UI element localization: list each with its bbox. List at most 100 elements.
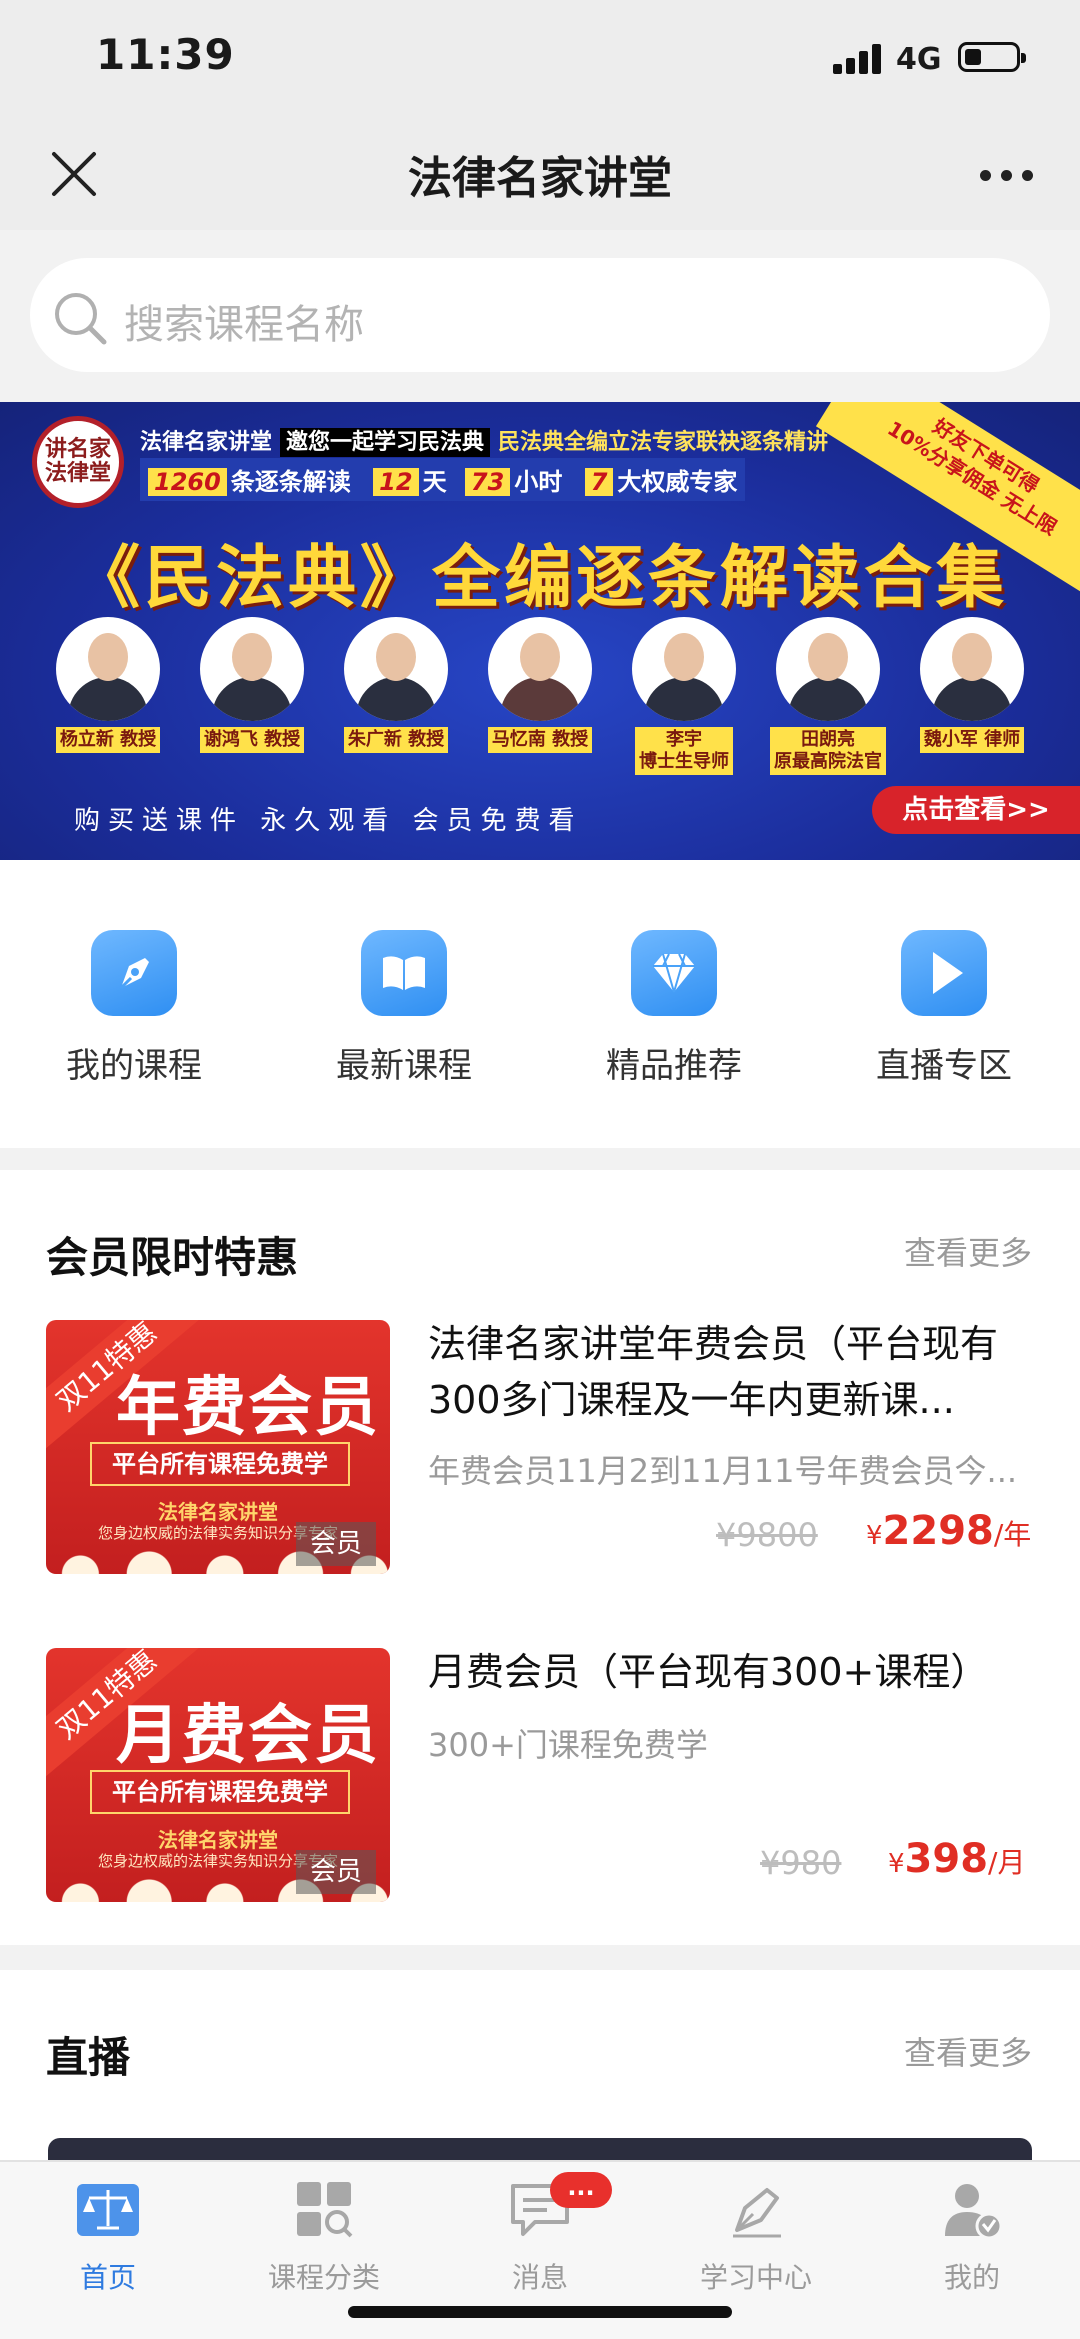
course-card[interactable]: 双11特惠 年费会员 平台所有课程免费学 法律名家讲堂 您身边权威的法律实务知识… xyxy=(0,1320,1080,1590)
quick-nav-label: 精品推荐 xyxy=(606,1046,742,1086)
expert-card: 杨立新 教授 xyxy=(48,617,168,753)
expert-name: 田朗亮 原最高院法官 xyxy=(770,727,886,775)
expert-portrait xyxy=(776,617,880,721)
course-title: 法律名家讲堂年费会员（平台现有300多门课程及一年内更新课... xyxy=(428,1322,999,1422)
course-subtitle: 年费会员11月2到11月11号年费会员今... xyxy=(428,1452,1018,1490)
expert-name: 魏小军 律师 xyxy=(919,727,1025,753)
course-subtitle: 300+门课程免费学 xyxy=(428,1726,708,1764)
banner-invite-text: 邀您一起学习民法典 xyxy=(280,428,491,457)
price-currency: ¥ xyxy=(888,1849,905,1879)
expert-card: 魏小军 律师 xyxy=(912,617,1032,753)
expert-name-text: 李宇 xyxy=(666,729,702,750)
pen-icon xyxy=(91,930,177,1016)
expert-name: 马忆南 教授 xyxy=(487,727,593,753)
page-title: 法律名家讲堂 xyxy=(408,153,672,204)
diamond-icon xyxy=(631,930,717,1016)
banner-cta-button[interactable]: 点击查看>> xyxy=(872,786,1080,834)
banner-title: 《民法典》全编逐条解读合集 xyxy=(71,539,1008,618)
stat-experts-label: 大权威专家 xyxy=(617,468,738,496)
member-badge: 会员 xyxy=(296,1522,376,1566)
book-icon xyxy=(361,930,447,1016)
quick-nav-latest-courses[interactable]: 最新课程 xyxy=(304,930,504,1087)
course-thumbnail: 双11特惠 月费会员 平台所有课程免费学 法律名家讲堂 您身边权威的法律实务知识… xyxy=(46,1648,390,1902)
stat-hours-label: 小时 xyxy=(514,468,563,496)
tab-study-center[interactable]: 学习中心 xyxy=(666,2180,846,2296)
brand-logo: 讲名家法律堂 xyxy=(32,416,124,508)
expert-name-text: 田朗亮 xyxy=(801,729,855,750)
expert-card: 谢鸿飞 教授 xyxy=(192,617,312,753)
current-price: ¥398/月 xyxy=(888,1836,1025,1882)
banner-brand-text: 法律名家讲堂 xyxy=(140,430,273,455)
view-more-link[interactable]: 查看更多 xyxy=(904,2028,1032,2074)
category-icon xyxy=(297,2182,353,2238)
quick-nav-my-courses[interactable]: 我的课程 xyxy=(34,930,234,1087)
home-indicator xyxy=(348,2306,732,2318)
expert-title-text: 原最高院法官 xyxy=(774,751,882,772)
price-unit: /年 xyxy=(993,1518,1032,1551)
tab-label: 学习中心 xyxy=(699,2261,812,2294)
expert-name: 杨立新 教授 xyxy=(55,727,161,753)
course-card[interactable]: 双11特惠 月费会员 平台所有课程免费学 法律名家讲堂 您身边权威的法律实务知识… xyxy=(0,1648,1080,1918)
expert-portrait xyxy=(488,617,592,721)
home-icon xyxy=(77,2184,139,2236)
quick-nav: 我的课程 最新课程 精品推荐 直播专区 xyxy=(0,860,1080,1148)
banner-experts-text: 民法典全编立法专家联袂逐条精讲 xyxy=(498,430,829,455)
quick-nav-label: 我的课程 xyxy=(66,1046,202,1086)
banner-stats: 1260 条逐条解读 12 天 73 小时 7 大权威专家 xyxy=(140,458,746,501)
quick-nav-label: 最新课程 xyxy=(336,1046,472,1086)
view-more-link[interactable]: 查看更多 xyxy=(904,1228,1032,1274)
promo-banner[interactable]: 讲名家法律堂 法律名家讲堂 邀您一起学习民法典 民法典全编立法专家联袂逐条精讲 12… xyxy=(0,402,1080,860)
stat-hours-number: 73 xyxy=(464,468,511,496)
thumb-subtitle: 平台所有课程免费学 xyxy=(90,1770,350,1814)
thumb-brand: 法律名家讲堂 xyxy=(158,1828,278,1852)
expert-portrait xyxy=(200,617,304,721)
network-type: 4G xyxy=(896,42,942,77)
section-title: 直播 xyxy=(46,2033,131,2082)
price-value: 398 xyxy=(904,1836,989,1882)
tab-label: 消息 xyxy=(511,2261,568,2294)
expert-list: 杨立新 教授 谢鸿飞 教授 朱广新 教授 马忆南 教授 李宇 博士生导师 田朗亮原… xyxy=(0,617,1080,797)
course-title: 月费会员（平台现有300+课程） xyxy=(428,1650,989,1694)
expert-title-text: 博士生导师 xyxy=(639,751,729,772)
expert-portrait xyxy=(920,617,1024,721)
member-badge: 会员 xyxy=(296,1850,376,1894)
quick-nav-label: 直播专区 xyxy=(876,1046,1012,1086)
member-deals-section: 会员限时特惠 查看更多 双11特惠 年费会员 平台所有课程免费学 法律名家讲堂 … xyxy=(0,1170,1080,1945)
expert-portrait xyxy=(56,617,160,721)
study-icon xyxy=(733,2188,781,2238)
message-badge: ... xyxy=(550,2172,612,2208)
thumb-title: 年费会员 xyxy=(116,1371,380,1445)
tab-home[interactable]: 首页 xyxy=(18,2180,198,2296)
nav-bar: 法律名家讲堂 xyxy=(0,118,1080,230)
quick-nav-live[interactable]: 直播专区 xyxy=(844,930,1044,1087)
tab-label: 课程分类 xyxy=(267,2261,380,2294)
more-options-icon[interactable] xyxy=(980,170,1036,184)
signal-icon xyxy=(833,44,883,74)
expert-card: 朱广新 教授 xyxy=(336,617,456,753)
current-price: ¥2298/年 xyxy=(866,1508,1031,1554)
thumb-subtitle: 平台所有课程免费学 xyxy=(90,1442,350,1486)
tab-profile[interactable]: 我的 xyxy=(882,2180,1062,2296)
search-placeholder: 搜索课程名称 xyxy=(124,302,364,348)
play-icon xyxy=(901,930,987,1016)
course-thumbnail: 双11特惠 年费会员 平台所有课程免费学 法律名家讲堂 您身边权威的法律实务知识… xyxy=(46,1320,390,1574)
profile-icon xyxy=(945,2184,1003,2240)
quick-nav-recommended[interactable]: 精品推荐 xyxy=(574,930,774,1087)
banner-slogan: 购买送课件 永久观看 会员免费看 xyxy=(74,806,583,836)
price-currency: ¥ xyxy=(866,1521,883,1551)
stat-experts-number: 7 xyxy=(584,468,614,496)
expert-name: 李宇 博士生导师 xyxy=(635,727,733,775)
expert-card: 田朗亮 原最高院法官 xyxy=(768,617,888,775)
expert-card: 李宇 博士生导师 xyxy=(624,617,744,775)
stat-items-label: 条逐条解读 xyxy=(230,468,351,496)
price-value: 2298 xyxy=(882,1508,994,1554)
tab-categories[interactable]: 课程分类 xyxy=(234,2180,414,2296)
stat-days-label: 天 xyxy=(422,468,447,496)
expert-name: 朱广新 教授 xyxy=(343,727,449,753)
price-unit: /月 xyxy=(988,1846,1026,1879)
expert-portrait xyxy=(344,617,448,721)
search-icon xyxy=(55,293,107,345)
stat-items-number: 1260 xyxy=(148,468,227,496)
expert-card: 马忆南 教授 xyxy=(480,617,600,753)
expert-name: 谢鸿飞 教授 xyxy=(199,727,305,753)
